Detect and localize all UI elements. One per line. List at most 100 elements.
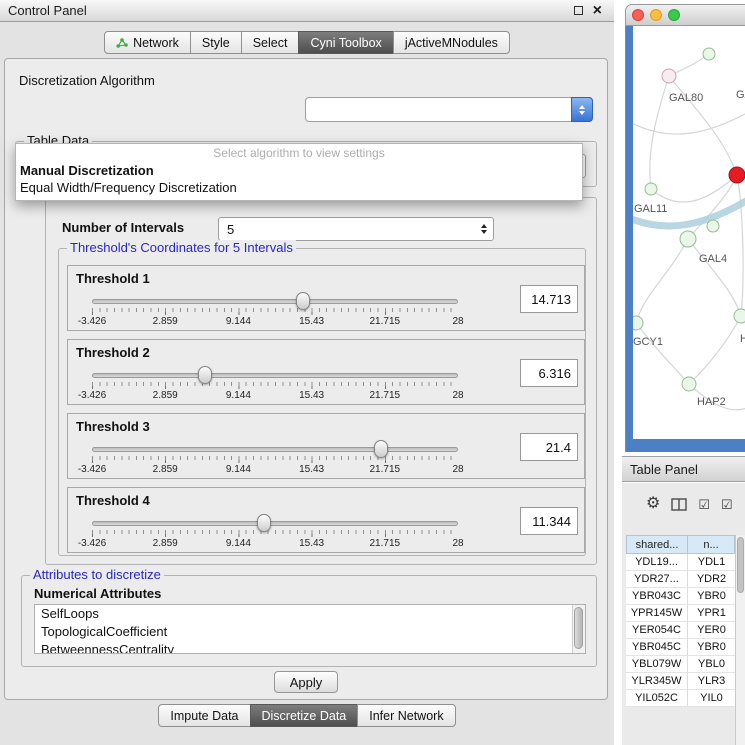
table-row[interactable]: YBL079WYBL0 [626, 656, 735, 673]
float-icon[interactable] [574, 6, 583, 15]
number-of-intervals-combobox[interactable]: 5 [218, 217, 494, 241]
threshold-3-value-field[interactable]: 21.4 [520, 433, 578, 461]
table-cell[interactable]: YLR3 [688, 673, 735, 689]
table-row[interactable]: YBR043CYBR0 [626, 588, 735, 605]
tab-style[interactable]: Style [190, 31, 242, 54]
network-node-labels: GAL80 GA GAL11 GAL4 GCY1 HAP2 H [633, 89, 745, 408]
scrollbar-thumb[interactable] [574, 607, 583, 649]
table-cell[interactable]: YPR145W [626, 605, 688, 621]
table-row[interactable]: YER054CYER0 [626, 622, 735, 639]
table-cell[interactable]: YBR0 [688, 639, 735, 655]
threshold-3-slider[interactable]: -3.426 2.859 9.144 15.43 21.715 28 [92, 414, 458, 478]
table-cell[interactable]: YIL0 [688, 690, 735, 706]
table-cell[interactable]: YDR27... [626, 571, 688, 587]
slider-track[interactable] [92, 521, 458, 526]
table-row[interactable]: YLR345WYLR3 [626, 673, 735, 690]
slider-track[interactable] [92, 447, 458, 452]
table-cell[interactable]: YER0 [688, 622, 735, 638]
table-row[interactable]: YPR145WYPR1 [626, 605, 735, 622]
scale-tick-label: 9.144 [226, 316, 251, 327]
table-scrollbar[interactable] [735, 535, 745, 745]
top-tab-bar: Network Style Select Cyni Toolbox jActiv… [0, 31, 614, 54]
threshold-2-slider[interactable]: -3.426 2.859 9.144 15.43 21.715 28 [92, 340, 458, 404]
numerical-attributes-list[interactable]: SelfLoops TopologicalCoefficient Between… [34, 604, 586, 654]
attributes-group-title: Attributes to discretize [30, 567, 164, 582]
table-panel-titlebar[interactable]: Table Panel [622, 456, 745, 482]
dropdown-item-equal-width-frequency[interactable]: Equal Width/Frequency Discretization [16, 179, 582, 196]
algorithm-group-title: Discretization Algorithm [19, 73, 155, 88]
scale-tick-label: 2.859 [153, 538, 178, 549]
algorithm-combobox[interactable] [305, 97, 593, 122]
list-item[interactable]: BetweennessCentrality [35, 641, 585, 654]
combobox-arrows-icon[interactable] [571, 97, 593, 122]
network-view-window: GAL80 GA GAL11 GAL4 GCY1 HAP2 H [625, 4, 745, 452]
network-node[interactable] [682, 377, 696, 391]
table-cell[interactable]: YER054C [626, 622, 688, 638]
gear-icon[interactable]: ⚙ [646, 496, 660, 512]
node-label: GAL80 [669, 92, 703, 104]
threshold-2-value-field[interactable]: 6.316 [520, 359, 578, 387]
network-node[interactable] [645, 183, 657, 195]
slider-track[interactable] [92, 299, 458, 304]
tab-select[interactable]: Select [241, 31, 300, 54]
scale-tick-label: 15.43 [299, 316, 324, 327]
table-cell[interactable]: YDL1 [688, 554, 735, 570]
tab-jactivemnodules[interactable]: jActiveMNodules [393, 31, 510, 54]
threshold-1-slider[interactable]: -3.426 2.859 9.144 15.43 21.715 28 [92, 266, 458, 330]
network-node[interactable] [734, 309, 745, 323]
network-node[interactable] [680, 231, 696, 247]
slider-track[interactable] [92, 373, 458, 378]
table-row[interactable]: YDR27...YDR2 [626, 571, 735, 588]
threshold-1-value-field[interactable]: 14.713 [520, 285, 578, 313]
slider-thumb[interactable] [257, 514, 271, 532]
apply-button[interactable]: Apply [274, 671, 338, 693]
table-cell[interactable]: YPR1 [688, 605, 735, 621]
select-none-icon[interactable]: ☑ [721, 498, 733, 511]
table-cell[interactable]: YDL19... [626, 554, 688, 570]
threshold-4-slider[interactable]: -3.426 2.859 9.144 15.43 21.715 28 [92, 488, 458, 552]
network-window-titlebar[interactable] [625, 4, 745, 26]
tab-impute-data[interactable]: Impute Data [158, 704, 250, 727]
network-node[interactable] [703, 48, 715, 60]
network-canvas[interactable]: GAL80 GA GAL11 GAL4 GCY1 HAP2 H [633, 26, 745, 439]
control-panel-titlebar[interactable]: Control Panel × [0, 0, 614, 22]
network-node[interactable] [662, 69, 676, 83]
slider-thumb[interactable] [198, 366, 212, 384]
list-item[interactable]: SelfLoops [35, 605, 585, 623]
table-cell[interactable]: YBL079W [626, 656, 688, 672]
table-row[interactable]: YDL19...YDL1 [626, 554, 735, 571]
table-cell[interactable]: YBR0 [688, 588, 735, 604]
table-cell[interactable]: YBR045C [626, 639, 688, 655]
zoom-traffic-light[interactable] [668, 9, 680, 21]
network-node[interactable] [633, 316, 643, 330]
table-row[interactable]: YBR045CYBR0 [626, 639, 735, 656]
column-header-name[interactable]: n... [688, 535, 735, 554]
list-scrollbar[interactable] [572, 605, 585, 653]
close-icon[interactable]: × [593, 3, 602, 19]
select-all-icon[interactable]: ☑ [698, 498, 710, 511]
slider-thumb[interactable] [296, 292, 310, 310]
tab-cyni-toolbox[interactable]: Cyni Toolbox [298, 31, 393, 54]
table-cell[interactable]: YBL0 [688, 656, 735, 672]
minimize-traffic-light[interactable] [650, 9, 662, 21]
threshold-2-panel: Threshold 2 -3.426 2.859 9.144 15.43 21.… [67, 339, 585, 405]
selected-network-node[interactable] [729, 167, 745, 183]
column-header-shared-name[interactable]: shared... [626, 535, 688, 554]
dropdown-item-manual-discretization[interactable]: Manual Discretization [16, 162, 582, 179]
table-row[interactable]: YIL052CYIL0 [626, 690, 735, 707]
table-cell[interactable]: YIL052C [626, 690, 688, 706]
table-cell[interactable]: YDR2 [688, 571, 735, 587]
table-cell[interactable]: YLR345W [626, 673, 688, 689]
tab-infer-network[interactable]: Infer Network [357, 704, 455, 727]
network-node[interactable] [707, 220, 719, 232]
scrollbar-thumb[interactable] [737, 537, 744, 593]
tab-network[interactable]: Network [104, 31, 191, 54]
scale-tick-label: -3.426 [78, 316, 106, 327]
threshold-4-value-field[interactable]: 11.344 [520, 507, 578, 535]
close-traffic-light[interactable] [632, 9, 644, 21]
list-item[interactable]: TopologicalCoefficient [35, 623, 585, 641]
columns-icon[interactable] [671, 498, 687, 511]
tab-discretize-data[interactable]: Discretize Data [250, 704, 359, 727]
slider-thumb[interactable] [374, 440, 388, 458]
table-cell[interactable]: YBR043C [626, 588, 688, 604]
